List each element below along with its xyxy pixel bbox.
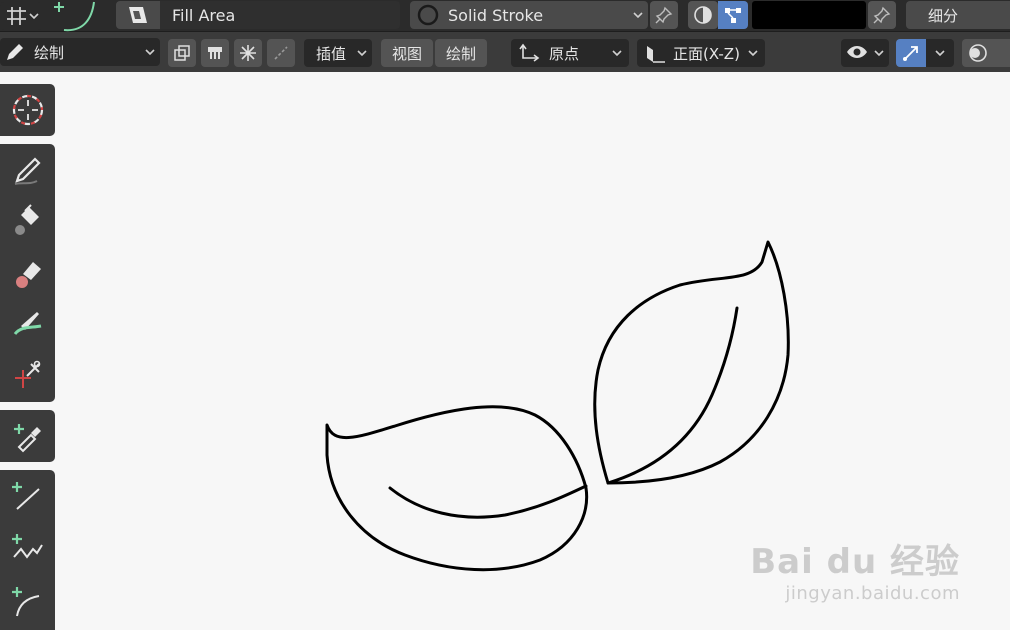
pin-icon — [873, 6, 891, 24]
chevron-down-icon — [29, 13, 39, 20]
tool-group-shapes — [0, 470, 55, 630]
eyedropper-icon — [13, 424, 41, 453]
multiframe-button[interactable] — [168, 39, 196, 67]
right-leaf-outline — [593, 240, 790, 485]
pencil-icon — [7, 44, 23, 60]
gizmo-button[interactable] — [896, 39, 926, 67]
watermark-main: Bai du 经验 — [750, 542, 960, 582]
chevron-down-icon — [633, 12, 643, 19]
vertex-color-button[interactable] — [688, 1, 718, 29]
fill-tool[interactable] — [0, 194, 55, 246]
stroke-circle-icon — [417, 4, 439, 26]
color-swatch[interactable] — [752, 1, 866, 29]
origin-dropdown[interactable]: 原点 — [511, 39, 629, 67]
tint-tool[interactable] — [0, 297, 55, 349]
bucket-icon — [14, 204, 39, 235]
line-icon — [11, 482, 40, 510]
overlay-icon — [969, 44, 987, 62]
plane-icon — [647, 46, 665, 63]
vertex-select-icon — [725, 8, 741, 23]
line-tool[interactable] — [0, 470, 55, 522]
grid-icon — [7, 7, 26, 25]
stroke-name: Solid Stroke — [448, 5, 544, 25]
material-slot[interactable]: Fill Area — [116, 1, 400, 29]
chevron-down-icon — [748, 50, 758, 57]
origin-label: 原点 — [549, 44, 580, 63]
header-bar: Fill Area Solid Stroke 细分 — [0, 0, 1010, 32]
snowflake-button[interactable] — [234, 39, 262, 67]
watermark: Bai du 经验 jingyan.baidu.com — [750, 534, 960, 604]
arc-tool[interactable] — [0, 575, 55, 627]
material-icon — [129, 7, 147, 23]
stroke-style-dropdown[interactable]: Solid Stroke — [410, 1, 648, 29]
view-label: 视图 — [391, 44, 422, 63]
tool-settings-bar: 绘制 插值 视图 绘制 原点 正面(X-Z) — [0, 32, 1010, 72]
chevron-down-icon — [874, 50, 884, 57]
curve-edit-icon — [274, 46, 288, 60]
scissors-icon — [14, 360, 40, 388]
pin-icon — [655, 6, 673, 24]
visibility-dropdown[interactable] — [841, 39, 889, 67]
polyline-icon — [11, 534, 43, 559]
subdivide-button[interactable]: 细分 — [906, 1, 1010, 29]
erase-tool[interactable] — [0, 247, 55, 299]
half-circle-icon — [694, 6, 712, 24]
material-icon-box — [116, 1, 160, 29]
view-menu[interactable]: 视图 — [381, 39, 433, 67]
eye-icon — [847, 46, 867, 58]
autokey-button[interactable] — [201, 39, 229, 67]
brush-icon — [13, 312, 41, 336]
draw-menu-label: 绘制 — [445, 44, 476, 63]
left-toolbar — [0, 72, 58, 630]
eyedropper-tool[interactable] — [0, 410, 55, 462]
vertex-mode-button[interactable] — [718, 1, 748, 29]
chevron-down-icon — [935, 50, 945, 57]
stroke-preview[interactable] — [44, 0, 106, 32]
mode-label: 绘制 — [34, 43, 65, 62]
material-name: Fill Area — [172, 5, 236, 25]
snowflake-icon — [240, 45, 256, 61]
subdivide-label: 细分 — [928, 6, 959, 25]
viewport-canvas[interactable]: Bai du 经验 jingyan.baidu.com — [58, 72, 1010, 624]
tool-group-paint — [0, 144, 55, 402]
eraser-icon — [15, 262, 41, 288]
chevron-down-icon — [145, 49, 155, 56]
curve-add-icon — [54, 1, 95, 32]
gizmo-dropdown[interactable] — [926, 39, 954, 67]
axis-icon — [519, 43, 540, 62]
keyframe-icon — [208, 47, 222, 59]
cursor-icon — [12, 94, 43, 126]
plane-label: 正面(X-Z) — [673, 44, 740, 63]
draw-menu[interactable]: 绘制 — [435, 39, 487, 67]
cursor-tool[interactable] — [0, 84, 55, 136]
chevron-down-icon — [357, 50, 367, 57]
mode-dropdown[interactable]: 绘制 — [0, 38, 160, 66]
pin-button-2[interactable] — [868, 1, 896, 29]
layers-icon — [174, 45, 190, 61]
tool-group-eyedropper — [0, 410, 55, 462]
watermark-sub: jingyan.baidu.com — [785, 583, 960, 604]
arc-icon — [11, 587, 39, 617]
gizmo-icon — [903, 46, 918, 61]
left-leaf-outline — [325, 405, 589, 572]
left-leaf-vein — [388, 484, 588, 519]
chevron-down-icon — [612, 50, 622, 57]
polyline-tool[interactable] — [0, 522, 55, 574]
right-leaf-vein — [606, 306, 739, 485]
cutter-tool[interactable] — [0, 349, 55, 401]
overlay-button[interactable] — [962, 39, 1010, 67]
pin-button[interactable] — [650, 1, 678, 29]
draw-tool[interactable] — [0, 144, 55, 196]
tool-group-cursor — [0, 84, 55, 136]
plane-dropdown[interactable]: 正面(X-Z) — [637, 39, 765, 67]
pencil-icon — [14, 157, 41, 185]
interpolate-label: 插值 — [316, 44, 347, 63]
stroke-edit-button[interactable] — [267, 39, 295, 67]
interpolate-dropdown[interactable]: 插值 — [304, 39, 372, 67]
workspace-dropdown[interactable] — [0, 2, 42, 30]
